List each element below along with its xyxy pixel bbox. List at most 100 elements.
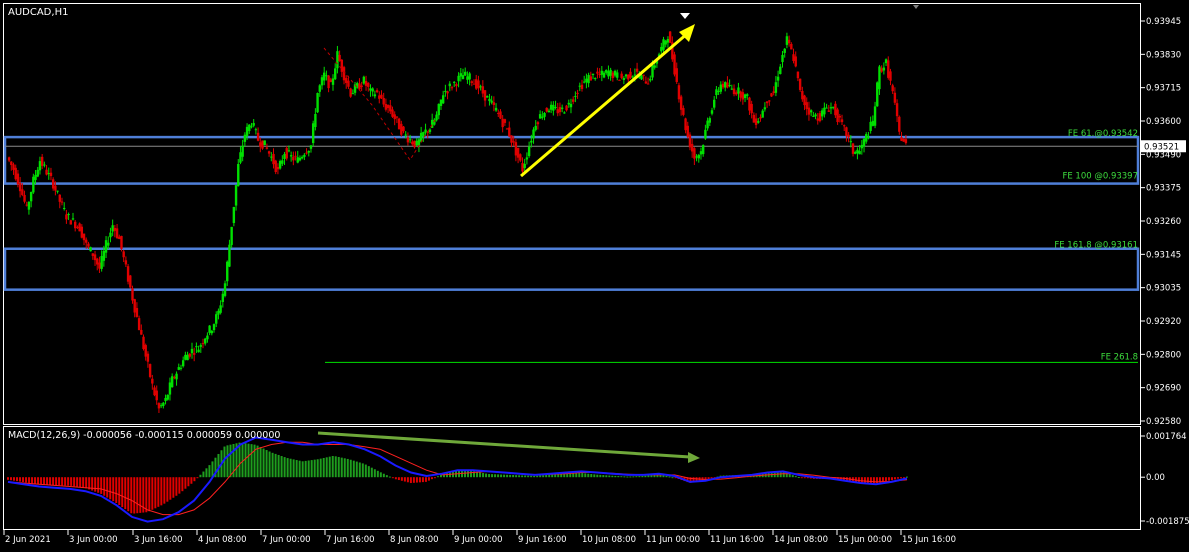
candle [82,233,86,246]
candle [329,77,333,83]
candle [34,169,37,185]
svg-text:0.93521: 0.93521 [1144,143,1179,153]
chart-window[interactable]: FE 61.@0.93542 FE 100 @0.93397 FE 161.8 @0… [0,0,1189,552]
macd-histogram-bar [590,474,593,478]
macd-histogram-bar [184,477,187,489]
candle [594,77,597,81]
candle [481,80,485,98]
candle [827,105,830,112]
candle [695,154,698,162]
macd-histogram-bar [587,473,590,478]
chart-shift-marker-icon[interactable] [913,5,919,9]
candle [781,51,784,68]
candle [43,161,46,168]
macd-histogram-bar [620,476,623,478]
candle [215,311,218,328]
price-tick-label: 0.93035 [1146,284,1181,294]
macd-histogram-bar [139,477,142,513]
candle [356,81,359,89]
candle [499,109,502,120]
candle [318,84,321,97]
candle [825,103,828,109]
candle [574,91,577,103]
macd-histogram-bar [545,474,548,478]
macd-histogram-bar [205,468,208,478]
candle [576,89,579,99]
candle [607,65,610,80]
candle [701,144,705,157]
time-tick-label: 2 Jun 2021 [5,535,51,545]
candle [812,111,815,118]
macd-histogram-bar [331,456,334,478]
candle [113,224,117,238]
candle [98,256,101,274]
macd-histogram-bar [25,477,28,483]
candle [10,161,13,171]
candle [776,70,780,87]
candle [532,127,535,144]
macd-histogram-bar [118,477,121,506]
fib-zone-lower[interactable] [3,247,1140,291]
macd-histogram-bar [316,459,319,478]
candle [503,118,507,126]
macd-label: MACD(12,26,9) -0.000056 -0.000115 0.0000… [8,430,280,441]
candle [798,78,802,92]
macd-histogram-bar [548,474,551,478]
candle [353,82,357,96]
candle [29,191,33,208]
candle [585,73,588,89]
macd-histogram-bar [130,477,133,514]
candle [790,42,793,50]
time-tick-label: 11 Jun 00:00 [646,535,700,545]
fib-level-label: FE 261.8 [1101,352,1138,362]
macd-histogram-bar [340,457,343,478]
macd-histogram-bar [906,476,908,478]
candle [153,385,156,397]
macd-histogram-bar [289,458,292,478]
candle [334,63,337,81]
macd-histogram-bar [286,458,289,478]
candle [794,51,797,68]
macd-axis: 0.001764 0.00 -0.001875 [1141,432,1189,527]
candle [457,72,460,88]
time-tick-label: 15 Jun 00:00 [838,535,892,545]
candle [770,92,773,97]
price-tick-label: 0.92690 [1146,384,1181,394]
candle [653,63,656,70]
macd-histogram-bar [671,477,674,479]
macd-histogram-bar [617,476,620,478]
candle [737,82,740,100]
candle [395,116,399,124]
candle [413,140,416,149]
fib-zone-upper[interactable] [3,135,1140,185]
yellow-trend-arrow[interactable] [520,24,695,178]
candle [254,127,258,135]
candle [300,155,304,160]
candle [587,72,590,88]
candle [721,80,725,90]
candle [400,120,403,137]
macd-histogram-bar [584,473,587,478]
candle [155,385,158,405]
candle [461,68,465,80]
macd-histogram-bar [533,475,536,478]
candle [704,124,707,140]
candle [818,110,822,123]
macd-histogram-bar [46,477,49,485]
macd-histogram-bar [635,476,638,478]
candle [688,132,692,151]
candle [620,71,623,80]
candle [78,222,81,232]
macd-histogram-bar [250,444,253,478]
scroll-marker-icon[interactable] [680,13,690,19]
candle [62,202,66,211]
candle [18,177,22,198]
candle [746,93,749,100]
macd-histogram-bar [554,474,557,478]
candle [873,101,877,129]
candle [838,113,841,123]
candle [338,50,341,62]
candle [303,153,306,161]
candle [230,226,233,248]
candle [36,166,39,178]
